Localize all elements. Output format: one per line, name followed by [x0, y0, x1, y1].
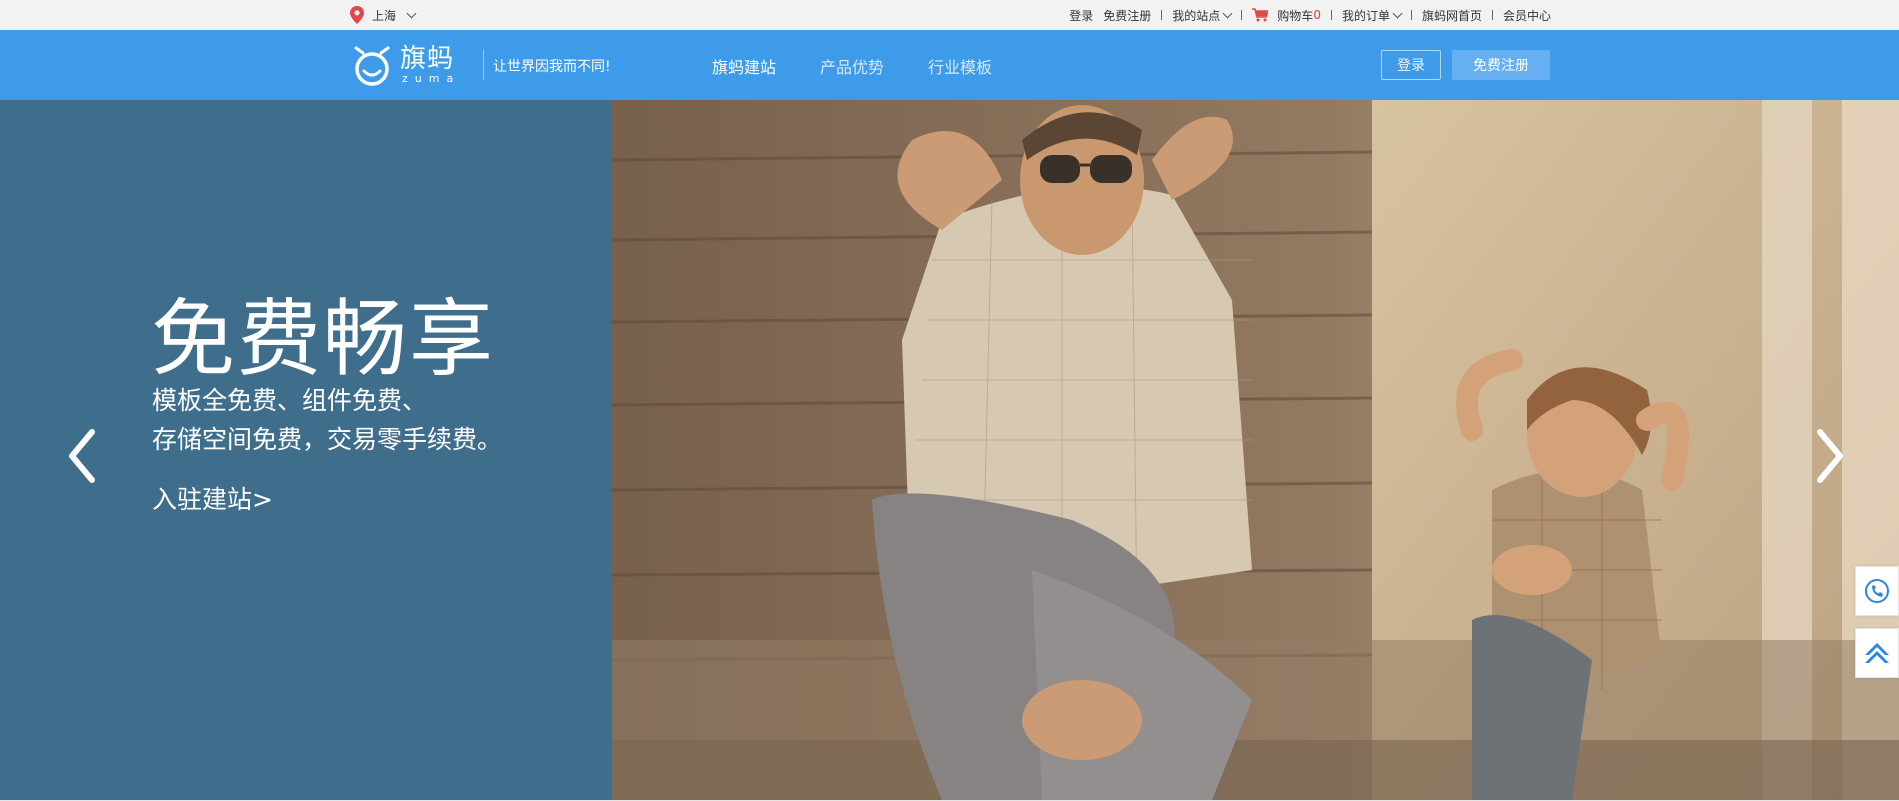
map-pin-icon: [350, 6, 364, 24]
nav-tab-templates[interactable]: 行业模板: [928, 54, 992, 78]
banner-photo: [612, 100, 1899, 800]
top-link-register[interactable]: 免费注册: [1103, 7, 1151, 24]
divider: [1410, 10, 1412, 20]
nav-tab-advantages[interactable]: 产品优势: [820, 54, 884, 78]
cart-count: 0: [1313, 8, 1321, 22]
top-link-member-center[interactable]: 会员中心: [1503, 7, 1551, 24]
divider: [1491, 10, 1493, 20]
top-links: 登录 免费注册 我的站点 购物车 0 我的订单 旗蚂网首页 会员中心: [1069, 0, 1551, 30]
logo[interactable]: 旗蚂 zuma: [350, 44, 460, 86]
chevron-up-icon: [1865, 643, 1889, 663]
divider: [1330, 10, 1332, 20]
logo-text: 旗蚂: [400, 44, 455, 74]
carousel-next-arrow-icon[interactable]: [1812, 426, 1848, 486]
main-header: 旗蚂 zuma 让世界因我而不同! 旗蚂建站 产品优势 行业模板 登录 免费注册: [0, 30, 1899, 100]
back-to-top-button[interactable]: [1855, 628, 1899, 678]
register-button[interactable]: 免费注册: [1452, 50, 1550, 80]
top-link-home[interactable]: 旗蚂网首页: [1422, 7, 1482, 24]
contact-phone-button[interactable]: [1855, 566, 1899, 616]
chevron-down-icon: [1222, 8, 1233, 18]
chevron-down-icon: [406, 8, 417, 18]
cart-label: 购物车: [1277, 8, 1314, 23]
divider: [483, 50, 484, 80]
divider: [1241, 10, 1243, 20]
banner-subline-2: 存储空间免费，交易零手续费。: [152, 425, 503, 454]
nav-tab-site-building[interactable]: 旗蚂建站: [712, 54, 776, 78]
top-link-cart[interactable]: 购物车 0: [1252, 7, 1321, 24]
my-sites-label: 我的站点: [1172, 8, 1221, 23]
top-link-login[interactable]: 登录: [1069, 7, 1093, 24]
login-button[interactable]: 登录: [1381, 50, 1441, 80]
logo-subtext: zuma: [402, 72, 461, 85]
top-link-my-sites[interactable]: 我的站点: [1172, 7, 1233, 24]
carousel-prev-arrow-icon[interactable]: [64, 426, 100, 486]
logo-mark-icon: [354, 46, 390, 86]
top-utility-bar: 上海 登录 免费注册 我的站点 购物车 0 我的订单 旗蚂网首页 会员中心: [0, 0, 1899, 30]
location-label: 上海: [372, 8, 397, 23]
my-orders-label: 我的订单: [1341, 8, 1390, 23]
hero-banner: 免费畅享 模板全免费、组件免费、 存储空间免费，交易零手续费。 入驻建站>: [0, 100, 1899, 800]
phone-icon: [1865, 579, 1889, 603]
banner-subline-1: 模板全免费、组件免费、: [152, 386, 428, 415]
join-cta-link[interactable]: 入驻建站>: [152, 480, 273, 516]
slogan: 让世界因我而不同!: [493, 59, 611, 75]
cart-icon: [1252, 8, 1269, 22]
chevron-down-icon: [1392, 8, 1403, 18]
location-selector[interactable]: 上海: [350, 6, 417, 24]
banner-headline: 免费畅享: [151, 290, 496, 388]
main-nav: 旗蚂建站 产品优势 行业模板: [712, 54, 992, 78]
divider: [1161, 10, 1163, 20]
top-link-my-orders[interactable]: 我的订单: [1341, 7, 1403, 24]
